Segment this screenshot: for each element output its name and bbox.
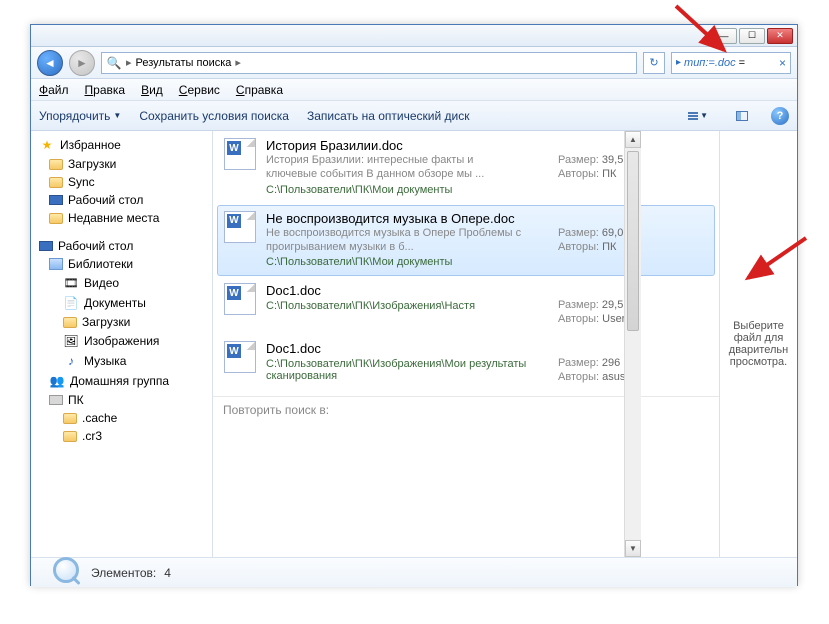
organize-button[interactable]: Упорядочить ▼ bbox=[39, 109, 121, 123]
menu-bar: Файл Правка Вид Сервис Справка bbox=[31, 79, 797, 101]
result-path: C:\Пользователи\ПК\Мои документы bbox=[266, 256, 548, 268]
images-icon: 🖼 bbox=[63, 333, 79, 349]
status-label: Элементов: bbox=[91, 566, 156, 580]
list-view-icon bbox=[688, 112, 698, 120]
explorer-window: — ☐ ✕ ◄ ► 🔍 ▸ Результаты поиска ▸ ↻ ▸ ти… bbox=[30, 24, 798, 586]
documents-icon: 📄 bbox=[63, 295, 79, 311]
sidebar-cr3[interactable]: .cr3 bbox=[31, 427, 212, 445]
navigation-pane: ★Избранное Загрузки Sync Рабочий стол Не… bbox=[31, 131, 213, 557]
minimize-button[interactable]: — bbox=[711, 28, 737, 44]
sidebar-documents[interactable]: 📄Документы bbox=[31, 293, 212, 313]
sidebar-images[interactable]: 🖼Изображения bbox=[31, 331, 212, 351]
folder-icon bbox=[63, 431, 77, 442]
menu-file[interactable]: Файл bbox=[39, 83, 69, 97]
scroll-thumb[interactable] bbox=[627, 151, 639, 331]
desktop-icon bbox=[49, 195, 63, 205]
vertical-scrollbar[interactable]: ▲ ▼ bbox=[624, 131, 641, 557]
folder-icon bbox=[49, 177, 63, 188]
titlebar: — ☐ ✕ bbox=[31, 25, 797, 47]
result-row[interactable]: Doc1.doc C:\Пользователи\ПК\Изображения\… bbox=[213, 334, 719, 392]
pc-icon bbox=[49, 395, 63, 405]
sidebar-downloads[interactable]: Загрузки bbox=[31, 155, 212, 173]
menu-edit[interactable]: Правка bbox=[85, 83, 126, 97]
result-title: Не воспроизводится музыка в Опере.doc bbox=[266, 211, 548, 226]
search-query-tag: тип:=.doc bbox=[684, 57, 736, 69]
search-eq: = bbox=[739, 57, 745, 69]
music-icon: ♪ bbox=[63, 353, 79, 369]
burn-disc-button[interactable]: Записать на оптический диск bbox=[307, 109, 470, 123]
sidebar-sync[interactable]: Sync bbox=[31, 173, 212, 191]
word-doc-icon bbox=[224, 341, 256, 373]
magnifier-icon bbox=[51, 557, 83, 589]
back-button[interactable]: ◄ bbox=[37, 50, 63, 76]
menu-help[interactable]: Справка bbox=[236, 83, 283, 97]
folder-icon bbox=[49, 213, 63, 224]
sidebar-downloads2[interactable]: Загрузки bbox=[31, 313, 212, 331]
sidebar-cache[interactable]: .cache bbox=[31, 409, 212, 427]
homegroup-icon: 👥 bbox=[49, 373, 65, 389]
command-bar: Упорядочить ▼ Сохранить условия поиска З… bbox=[31, 101, 797, 131]
result-description: Не воспроизводится музыка в Опере Пробле… bbox=[266, 226, 526, 255]
libraries-icon bbox=[49, 258, 63, 270]
sidebar-recent[interactable]: Недавние места bbox=[31, 209, 212, 227]
sidebar-homegroup[interactable]: 👥Домашняя группа bbox=[31, 371, 212, 391]
folder-icon bbox=[49, 159, 63, 170]
repeat-search-label: Повторить поиск в: bbox=[213, 396, 719, 423]
result-title: История Бразилии.doc bbox=[266, 138, 548, 153]
result-row[interactable]: История Бразилии.doc История Бразилии: и… bbox=[213, 131, 719, 205]
breadcrumb-sep: ▸ bbox=[126, 56, 132, 69]
folder-icon bbox=[63, 317, 77, 328]
refresh-button[interactable]: ↻ bbox=[643, 52, 665, 74]
sidebar-desktop-root[interactable]: Рабочий стол bbox=[31, 237, 212, 255]
search-scope-icon: ▸ bbox=[676, 57, 681, 68]
result-path: C:\Пользователи\ПК\Изображения\Настя bbox=[266, 300, 548, 312]
address-bar[interactable]: 🔍 ▸ Результаты поиска ▸ bbox=[101, 52, 637, 74]
search-results-icon: 🔍 bbox=[106, 55, 122, 71]
breadcrumb-sep: ▸ bbox=[235, 56, 241, 69]
menu-tools[interactable]: Сервис bbox=[179, 83, 220, 97]
scroll-up-button[interactable]: ▲ bbox=[625, 131, 641, 148]
preview-pane-button[interactable] bbox=[731, 108, 753, 124]
menu-view[interactable]: Вид bbox=[141, 83, 163, 97]
navigation-bar: ◄ ► 🔍 ▸ Результаты поиска ▸ ↻ ▸ тип:=.do… bbox=[31, 47, 797, 79]
sidebar-video[interactable]: 🎞Видео bbox=[31, 273, 212, 293]
view-mode-button[interactable]: ▼ bbox=[683, 108, 713, 123]
search-input[interactable]: ▸ тип:=.doc = × bbox=[671, 52, 791, 74]
result-title: Doc1.doc bbox=[266, 341, 548, 356]
result-path: C:\Пользователи\ПК\Мои документы bbox=[266, 184, 548, 196]
sidebar-desktop[interactable]: Рабочий стол bbox=[31, 191, 212, 209]
star-icon: ★ bbox=[39, 137, 55, 153]
desktop-icon bbox=[39, 241, 53, 251]
results-list: История Бразилии.doc История Бразилии: и… bbox=[213, 131, 719, 557]
word-doc-icon bbox=[224, 211, 256, 243]
forward-button[interactable]: ► bbox=[69, 50, 95, 76]
help-button[interactable]: ? bbox=[771, 107, 789, 125]
sidebar-pc[interactable]: ПК bbox=[31, 391, 212, 409]
status-count: 4 bbox=[164, 566, 171, 580]
clear-search-button[interactable]: × bbox=[779, 56, 786, 70]
maximize-button[interactable]: ☐ bbox=[739, 28, 765, 44]
content-area: ★Избранное Загрузки Sync Рабочий стол Не… bbox=[31, 131, 797, 557]
result-title: Doc1.doc bbox=[266, 283, 548, 298]
result-row[interactable]: Doc1.doc C:\Пользователи\ПК\Изображения\… bbox=[213, 276, 719, 334]
result-path: C:\Пользователи\ПК\Изображения\Мои резул… bbox=[266, 358, 548, 382]
scroll-down-button[interactable]: ▼ bbox=[625, 540, 641, 557]
preview-pane: Выберите файл для дварительн просмотра. bbox=[719, 131, 797, 557]
save-search-button[interactable]: Сохранить условия поиска bbox=[139, 109, 289, 123]
sidebar-music[interactable]: ♪Музыка bbox=[31, 351, 212, 371]
video-icon: 🎞 bbox=[63, 275, 79, 291]
breadcrumb[interactable]: Результаты поиска bbox=[136, 57, 232, 69]
folder-icon bbox=[63, 413, 77, 424]
close-button[interactable]: ✕ bbox=[767, 28, 793, 44]
sidebar-libraries[interactable]: Библиотеки bbox=[31, 255, 212, 273]
status-bar: Элементов: 4 bbox=[31, 557, 797, 587]
word-doc-icon bbox=[224, 283, 256, 315]
sidebar-favorites[interactable]: ★Избранное bbox=[31, 135, 212, 155]
result-description: История Бразилии: интересные факты и клю… bbox=[266, 153, 526, 182]
word-doc-icon bbox=[224, 138, 256, 170]
